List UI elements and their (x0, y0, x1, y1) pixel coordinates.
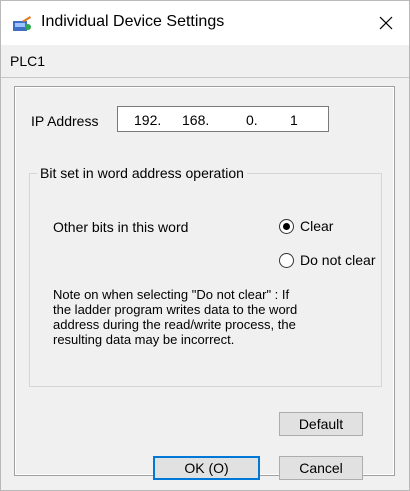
device-settings-icon (12, 15, 32, 33)
device-header: PLC1 (1, 45, 409, 78)
radio-do-not-clear[interactable]: Do not clear (279, 252, 375, 268)
note-text: Note on when selecting "Do not clear" : … (53, 287, 298, 347)
dialog-window: Individual Device Settings PLC1 IP Addre… (0, 0, 410, 491)
ok-button[interactable]: OK (O) (153, 456, 260, 480)
close-icon (379, 16, 393, 30)
radio-do-not-clear-label[interactable]: Do not clear (300, 252, 375, 268)
other-bits-label: Other bits in this word (53, 219, 189, 235)
close-button[interactable] (363, 1, 409, 45)
title-bar[interactable]: Individual Device Settings (1, 1, 409, 45)
radio-clear-circle[interactable] (279, 218, 294, 234)
bit-set-groupbox (29, 173, 382, 387)
bit-set-group-title: Bit set in word address operation (37, 165, 247, 181)
radio-do-not-clear-circle[interactable] (279, 252, 294, 268)
window-title: Individual Device Settings (41, 13, 225, 30)
radio-clear-label[interactable]: Clear (300, 218, 333, 234)
ip-octet-4[interactable]: 1 (290, 112, 298, 128)
ip-address-input[interactable]: 192. 168. 0. 1 (117, 106, 329, 132)
ip-octet-1[interactable]: 192. (134, 112, 161, 128)
radio-clear[interactable]: Clear (279, 218, 333, 234)
ip-address-label: IP Address (31, 113, 99, 129)
radio-selected-dot (283, 222, 290, 230)
cancel-button[interactable]: Cancel (279, 456, 363, 480)
default-button[interactable]: Default (279, 412, 363, 436)
device-name: PLC1 (10, 53, 46, 69)
ip-octet-3[interactable]: 0. (246, 112, 258, 128)
ip-octet-2[interactable]: 168. (182, 112, 209, 128)
